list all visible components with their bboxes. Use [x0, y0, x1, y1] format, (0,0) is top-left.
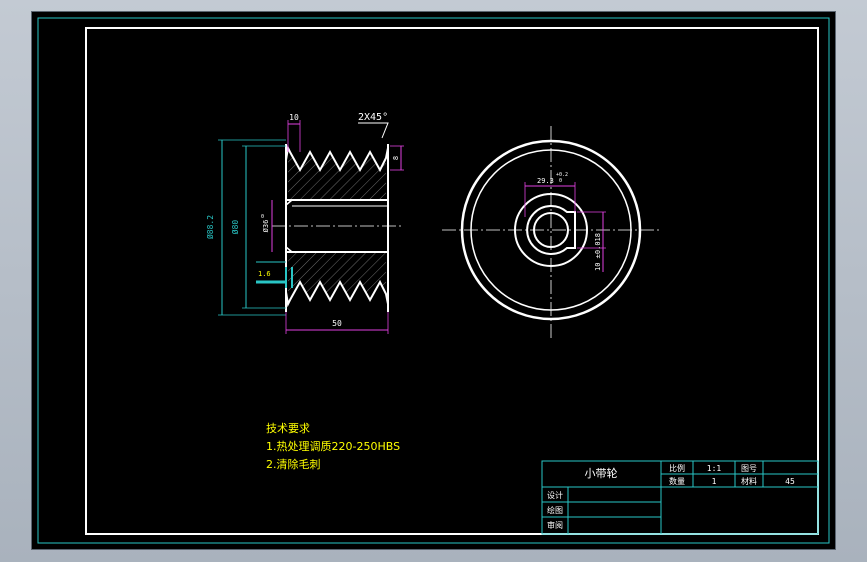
cad-viewport[interactable]: 10 2X45° 8 Ø88.2 Ø80 Ø36 0 1.6 50 29.3 +…	[32, 12, 835, 549]
reviewer-label: 审阅	[547, 520, 563, 530]
notes-line-2: 2.清除毛刺	[266, 457, 321, 471]
section-dimensions: 10 2X45° 8 Ø88.2 Ø80 Ø36 0 1.6 50	[205, 112, 404, 334]
dim-length: 50	[332, 319, 342, 328]
dim-bore: Ø36	[262, 220, 270, 233]
material-label: 材料	[741, 476, 757, 486]
dim-pitch-d: Ø80	[230, 220, 240, 235]
dim-groove-width: 10	[289, 113, 299, 122]
dim-bore-tol-top: 0	[261, 214, 264, 220]
dim-roughness: 1.6	[258, 270, 271, 278]
dim-key-width: 10 ±0.018	[594, 233, 602, 271]
drawing-sheet: 10 2X45° 8 Ø88.2 Ø80 Ø36 0 1.6 50 29.3 +…	[37, 17, 830, 544]
notes-line-1: 1.热处理调质220-250HBS	[266, 440, 400, 453]
qty-value: 1	[712, 477, 717, 486]
qty-label: 数量	[669, 476, 685, 486]
dim-key-tol-top: +0.2	[556, 172, 568, 178]
inner-border	[85, 27, 819, 535]
drawing-no-label: 图号	[741, 464, 757, 473]
hatch-upper	[288, 152, 386, 200]
title-block-text: 小带轮 比例 1:1 图号 数量 1 材料 45 设计 绘图 审阅	[547, 463, 795, 530]
dim-groove-depth: 8	[392, 156, 400, 160]
technical-notes: 技术要求 1.热处理调质220-250HBS 2.清除毛刺	[266, 422, 400, 471]
scale-label: 比例	[669, 463, 685, 473]
end-view: 29.3 +0.2 0 10 ±0.018	[442, 126, 662, 338]
scale-value: 1:1	[707, 464, 722, 473]
dim-od: Ø88.2	[205, 215, 215, 239]
material-value: 45	[785, 477, 795, 486]
notes-title: 技术要求	[266, 422, 310, 435]
dim-chamfer: 2X45°	[358, 112, 388, 123]
part-name: 小带轮	[585, 466, 618, 480]
designer-label: 设计	[547, 490, 563, 500]
drafter-label: 绘图	[547, 505, 563, 515]
hatch-lower	[288, 252, 386, 300]
dim-key-depth: 29.3	[537, 177, 554, 185]
dim-key-tol-bot: 0	[559, 178, 562, 184]
